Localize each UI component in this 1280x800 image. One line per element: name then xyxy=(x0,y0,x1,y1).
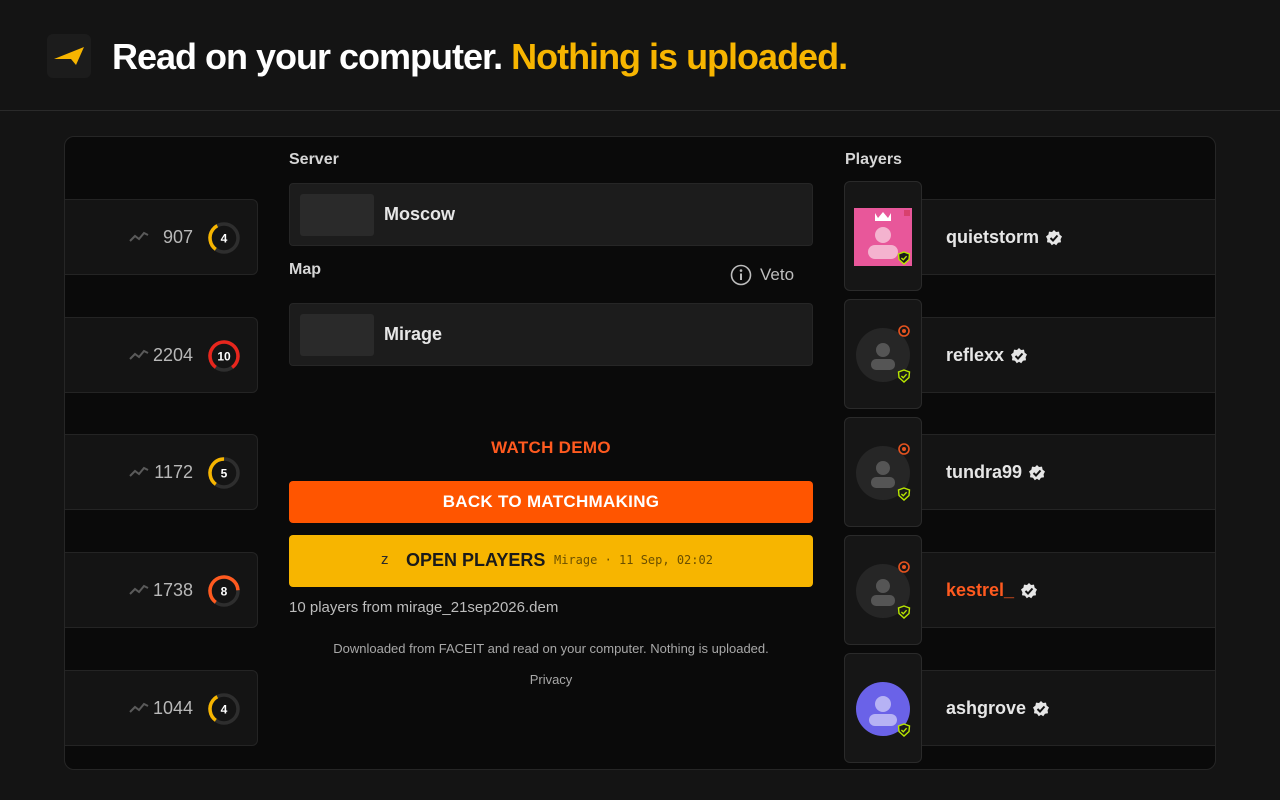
level-badge: 5 xyxy=(208,457,240,489)
elo-value: 907 xyxy=(162,227,193,247)
player-row[interactable]: ashgrove xyxy=(921,670,1215,746)
map-field[interactable]: Mirage xyxy=(289,303,813,366)
trend-icon xyxy=(129,702,149,713)
info-icon xyxy=(730,264,752,286)
server-label: Server xyxy=(289,151,339,168)
logo xyxy=(47,34,91,78)
player-avatar-card[interactable] xyxy=(844,181,922,291)
player-name: quietstorm xyxy=(946,227,1063,248)
verified-icon xyxy=(1033,700,1050,716)
elo-value: 1172 xyxy=(154,462,193,482)
server-value: Moscow xyxy=(384,204,456,224)
player-row[interactable]: tundra99 xyxy=(921,434,1215,510)
shortcut-key: z xyxy=(381,551,389,568)
trend-icon xyxy=(129,349,149,360)
trend-icon xyxy=(129,584,149,595)
file-info: 10 players from mirage_21sep2026.dem xyxy=(289,599,559,616)
top-bar: Read on your computer. Nothing is upload… xyxy=(0,0,1280,111)
verified-icon xyxy=(1021,582,1038,598)
elo-row: 907 4 xyxy=(65,199,258,275)
trend-icon xyxy=(129,231,149,242)
veto-label: Veto xyxy=(760,265,795,284)
players-label: Players xyxy=(845,151,902,168)
elo-row: 1738 8 xyxy=(65,552,258,628)
level-number: 10 xyxy=(217,350,231,364)
level-badge: 4 xyxy=(208,222,240,254)
open-players-meta: Mirage · 11 Sep, 02:02 xyxy=(554,553,713,567)
player-name-text: quietstorm xyxy=(946,227,1040,247)
elo-value: 2204 xyxy=(152,345,193,365)
status-dot-icon xyxy=(898,561,910,573)
trend-icon xyxy=(129,466,149,477)
disclaimer: Downloaded from FACEIT and read on your … xyxy=(333,641,769,687)
player-name-text: ashgrove xyxy=(946,698,1027,718)
player-name: kestrel_ xyxy=(946,580,1038,601)
verified-icon xyxy=(1029,464,1046,480)
status-dot-icon xyxy=(898,325,910,337)
player-name: ashgrove xyxy=(946,698,1050,719)
elo-value: 1044 xyxy=(152,698,193,718)
level-badge: 10 xyxy=(208,340,240,372)
back-to-matchmaking-button[interactable]: BACK TO MATCHMAKING xyxy=(289,481,813,523)
open-players-label: OPEN PLAYERS xyxy=(406,550,546,570)
open-players-button[interactable]: z OPEN PLAYERS Mirage · 11 Sep, 02:02 xyxy=(289,535,813,587)
player-avatar-card[interactable] xyxy=(844,299,922,409)
map-value: Mirage xyxy=(384,324,443,344)
headline-white: Read on your computer. xyxy=(112,36,503,77)
watch-demo-link[interactable]: WATCH DEMO xyxy=(289,438,813,458)
player-avatar-card[interactable] xyxy=(844,417,922,527)
player-row[interactable]: kestrel_ xyxy=(921,552,1215,628)
player-row[interactable]: reflexx xyxy=(921,317,1215,393)
player-avatar-card[interactable] xyxy=(844,535,922,645)
shield-icon xyxy=(897,487,911,501)
level-number: 4 xyxy=(221,703,228,717)
level-number: 4 xyxy=(221,232,228,246)
player-name: reflexx xyxy=(946,345,1028,366)
map-label: Map xyxy=(289,261,321,278)
shield-icon xyxy=(897,369,911,383)
server-thumbnail xyxy=(300,194,374,236)
level-badge: 4 xyxy=(208,693,240,725)
map-thumbnail xyxy=(300,314,374,356)
level-badge: 8 xyxy=(208,575,240,607)
level-number: 8 xyxy=(221,585,228,599)
elo-row: 1044 4 xyxy=(65,670,258,746)
verified-icon xyxy=(1011,347,1028,363)
server-field[interactable]: Moscow xyxy=(289,183,813,246)
headline: Read on your computer. Nothing is upload… xyxy=(112,36,848,78)
shield-icon xyxy=(897,723,911,737)
elo-value: 1738 xyxy=(152,580,193,600)
player-name-text: kestrel_ xyxy=(946,580,1015,600)
logo-arrow-icon xyxy=(54,47,84,65)
elo-row: 1172 5 xyxy=(65,434,258,510)
veto-button[interactable]: Veto xyxy=(730,263,794,287)
player-name: tundra99 xyxy=(946,462,1046,483)
headline-yellow: Nothing is uploaded. xyxy=(511,36,848,77)
elo-row: 2204 10 xyxy=(65,317,258,393)
player-avatar-card[interactable] xyxy=(844,653,922,763)
shield-icon xyxy=(897,605,911,619)
shield-icon xyxy=(897,251,911,265)
match-panel: 907 4 2204 10 1172 5 1738 8 1044 4 Server Moscow … xyxy=(64,136,1216,770)
level-number: 5 xyxy=(221,467,228,481)
status-dot-icon xyxy=(898,443,910,455)
verified-icon xyxy=(1046,229,1063,245)
player-name-text: tundra99 xyxy=(946,462,1023,482)
player-row[interactable]: quietstorm xyxy=(921,199,1215,275)
player-name-text: reflexx xyxy=(946,345,1005,365)
